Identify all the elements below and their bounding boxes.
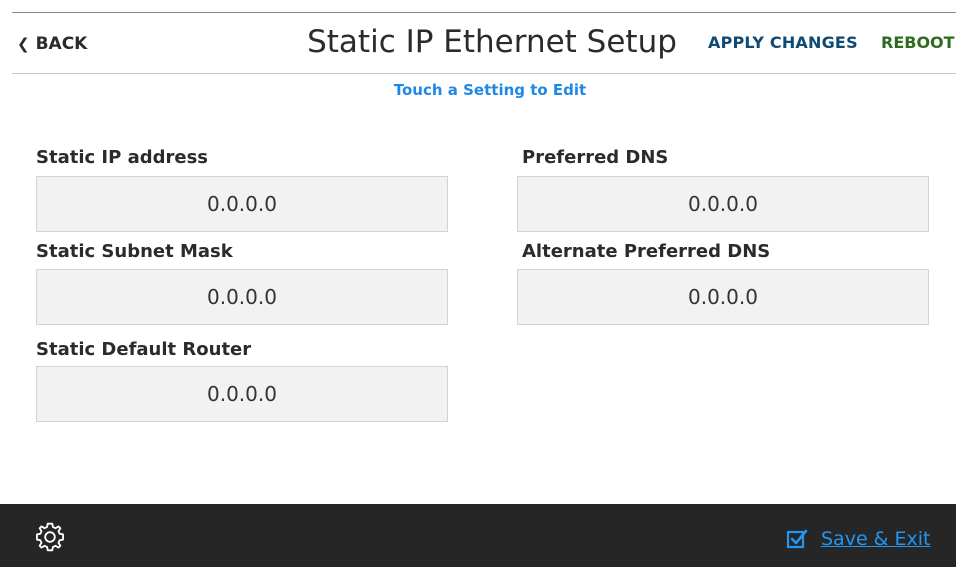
chevron-left-icon: ❮: [17, 34, 30, 53]
static-ip-label: Static IP address: [36, 147, 209, 168]
static-ip-field[interactable]: 0.0.0.0: [36, 176, 448, 232]
subnet-mask-field[interactable]: 0.0.0.0: [36, 269, 448, 325]
apply-changes-button[interactable]: APPLY CHANGES: [708, 33, 858, 52]
default-router-label: Static Default Router: [36, 339, 252, 360]
save-exit-button[interactable]: Save & Exit: [786, 528, 931, 550]
header-divider: [12, 73, 956, 74]
reboot-button[interactable]: REBOOT: [881, 33, 955, 52]
back-button[interactable]: ❮ BACK: [17, 31, 87, 57]
gear-icon[interactable]: [33, 520, 67, 554]
back-label: BACK: [35, 34, 88, 54]
static-ip-setup-screen: ❮ BACK Static IP Ethernet Setup APPLY CH…: [0, 0, 956, 567]
preferred-dns-label: Preferred DNS: [522, 147, 669, 168]
page-title: Static IP Ethernet Setup: [307, 24, 677, 60]
subnet-mask-label: Static Subnet Mask: [36, 241, 233, 262]
alternate-dns-label: Alternate Preferred DNS: [522, 241, 771, 262]
edit-hint: Touch a Setting to Edit: [393, 81, 587, 99]
checkbox-checked-icon: [786, 529, 808, 549]
default-router-field[interactable]: 0.0.0.0: [36, 366, 448, 422]
save-exit-label: Save & Exit: [821, 528, 931, 550]
preferred-dns-field[interactable]: 0.0.0.0: [517, 176, 929, 232]
alternate-dns-field[interactable]: 0.0.0.0: [517, 269, 929, 325]
top-divider: [12, 12, 956, 13]
